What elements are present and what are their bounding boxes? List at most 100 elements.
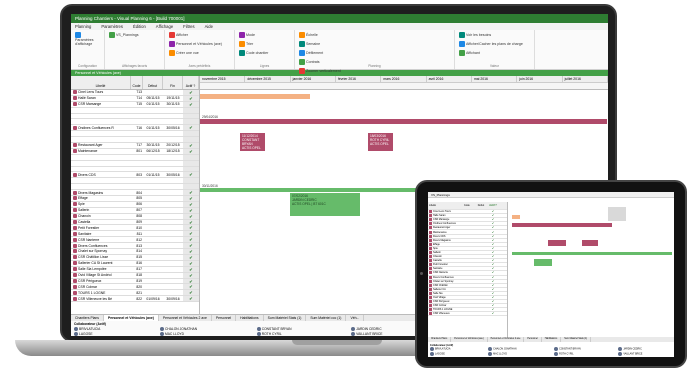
row-actif[interactable]: ✔ [183,249,199,254]
row-actif[interactable]: ✔ [183,219,199,225]
person-item[interactable]: LAGOSE [74,332,146,336]
tablet-bar[interactable] [512,252,672,255]
tablet-person-item[interactable]: CHALON JONATHAN [488,347,546,351]
tablet-row-actif[interactable]: ✔ [488,210,498,213]
tablet-row-actif[interactable]: ✔ [488,271,498,274]
menu-item[interactable]: Aide [205,23,213,30]
tablet-header-code[interactable]: Code [464,204,474,207]
ribbon-button[interactable]: VS_Plannings [109,32,160,38]
tablet-row-actif[interactable]: ✔ [488,247,498,250]
tablet-row-actif[interactable]: ✔ [488,267,498,270]
row-actif[interactable]: ✔ [183,266,199,272]
tablet-row-actif[interactable]: ✔ [488,251,498,254]
tablet-tab-4[interactable]: Habilitations [542,337,562,342]
row-actif[interactable]: ✔ [183,290,199,295]
row-actif[interactable] [183,107,199,113]
ribbon-button[interactable]: Code chantier [239,50,290,56]
row-actif[interactable]: ✔ [183,172,199,177]
tablet-row-actif[interactable]: ✔ [488,284,498,287]
menu-item[interactable]: Affichage [156,23,173,30]
ribbon-button[interactable]: Zoomer verticalement [299,68,450,74]
row-actif[interactable]: ✔ [183,243,199,248]
tablet-bar[interactable] [582,240,598,246]
row-actif[interactable]: ✔ [183,201,199,207]
tablet-row[interactable]: CSR Villeneuve ✔ [428,312,507,317]
row-actif[interactable]: ✔ [183,101,199,107]
row-actif[interactable]: ✔ [183,196,199,201]
row-actif[interactable] [183,166,199,172]
ribbon-button[interactable]: Afficher/Cacher les plans de charge [459,41,530,47]
tablet-row-actif[interactable]: ✔ [488,304,498,307]
tablet-bar[interactable] [534,259,552,266]
row-actif[interactable] [183,131,199,137]
ribbon-button[interactable]: Défilement [299,50,450,56]
row-actif[interactable] [183,160,199,166]
person-item[interactable]: MAC LLOYD [159,332,243,336]
tablet-bar[interactable] [512,215,520,219]
row-actif[interactable]: ✔ [183,225,199,230]
row-actif[interactable]: ✔ [183,278,199,284]
tablet-person-item[interactable]: MAC LLOYD [488,352,546,356]
ribbon-button[interactable]: Trier [239,41,290,47]
tablet-tab-2[interactable]: Personnel et Véhicules 2 axe [488,337,525,342]
tablet-timeline[interactable] [508,202,674,337]
tablet-row-actif[interactable]: ✔ [488,259,498,262]
tablet-person-item[interactable]: VAILLANT BRICE [618,352,672,356]
ribbon-button[interactable]: Semaine [299,41,450,47]
tablet-bar[interactable] [548,240,566,246]
row-actif[interactable] [183,154,199,160]
tablet-row-actif[interactable]: ✔ [488,280,498,283]
ribbon-button[interactable]: Paramètres d'affichage [75,32,100,46]
tablet-person-item[interactable]: JARDIN CEDRIC [618,347,672,351]
row-actif[interactable]: ✔ [183,284,199,289]
person-item[interactable]: ROTH CYRIL [256,332,337,336]
tablet-row-actif[interactable]: ✔ [488,308,498,311]
tablet-row-actif[interactable]: ✔ [488,235,498,238]
row-actif[interactable]: ✔ [183,254,199,260]
tablet-row-actif[interactable]: ✔ [488,255,498,258]
tablet-tab-3[interactable]: Personnel [524,337,542,342]
ribbon-button[interactable]: Mode [239,32,290,38]
row-actif[interactable] [183,119,199,125]
header-fin[interactable]: Fin [163,76,183,89]
row-actif[interactable]: ✔ [183,237,199,242]
tablet-row-actif[interactable]: ✔ [488,239,498,242]
tablet-person-item[interactable]: ROTH CYRIL [554,352,610,356]
menu-item[interactable]: Édition [133,23,146,30]
task-bar[interactable]: 07/02/2016 JARDIN CEDRIC ACTIS OPEL | BT… [290,193,360,216]
person-item[interactable]: CHALON JONATHAN [159,327,243,332]
tablet-row-actif[interactable]: ✔ [488,296,498,299]
row-actif[interactable]: ✔ [183,213,199,219]
header-actif[interactable]: Actif ? [183,76,199,89]
row-actif[interactable]: ✔ [183,90,199,95]
tablet-person-item[interactable]: LAGOSE [430,352,480,356]
tablet-person-item[interactable]: CONSTANT BRYAN [554,347,610,351]
row-actif[interactable]: ✔ [183,148,199,154]
row-actif[interactable]: ✔ [183,95,199,101]
header-debut[interactable]: Début [143,76,163,89]
tablet-person-item[interactable]: BRIVLATUCIA [430,347,480,351]
ribbon-button[interactable]: Personnel et Véhicules (axe) [169,41,230,47]
tablet-tab-0[interactable]: Chantiers Plans [428,337,452,342]
row-actif[interactable] [183,137,199,143]
tablet-bar[interactable] [608,207,626,221]
task-bar[interactable] [200,119,607,124]
tablet-row-actif[interactable]: ✔ [488,263,498,266]
tablet-header-debut[interactable]: Début [474,204,488,207]
tablet-row-actif[interactable]: ✔ [488,312,498,315]
tablet-row-actif[interactable]: ✔ [488,300,498,303]
row-actif[interactable]: ✔ [183,272,199,278]
tablet-row-actif[interactable]: ✔ [488,226,498,229]
tablet-row-actif[interactable]: ✔ [488,243,498,246]
row-actif[interactable] [183,184,199,190]
task-bar[interactable] [200,94,310,99]
row-actif[interactable]: ✔ [183,231,199,236]
tablet-header-libelle[interactable]: Libellé [428,204,464,207]
tablet-row-actif[interactable]: ✔ [488,222,498,225]
row-actif[interactable]: ✔ [183,296,199,301]
row-actif[interactable]: ✔ [183,190,199,195]
row-actif[interactable] [183,113,199,119]
person-item[interactable]: CONSTANT BRYAN [256,327,337,332]
ribbon-button[interactable]: Afficher [169,32,230,38]
ribbon-button[interactable]: Échelle [299,32,450,38]
